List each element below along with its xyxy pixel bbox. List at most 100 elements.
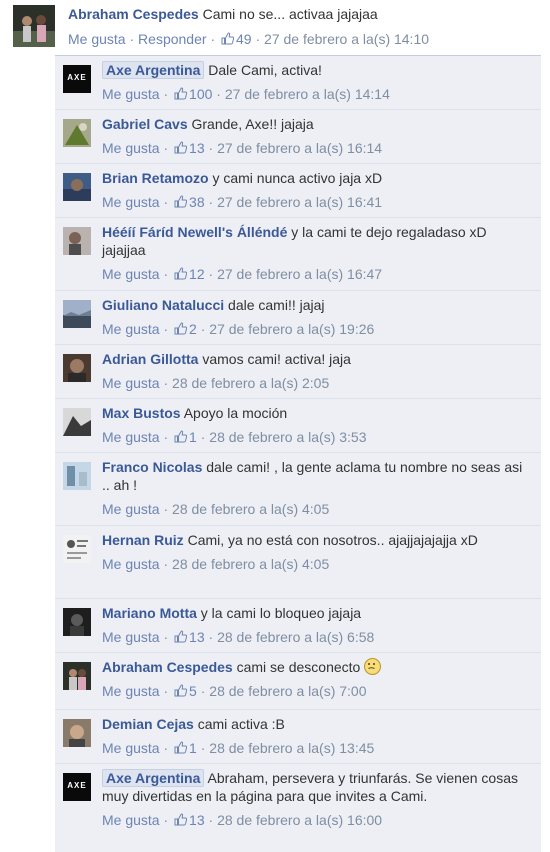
like-link[interactable]: Me gusta [102, 429, 160, 445]
reply-text: Apoyo la moción [183, 405, 288, 421]
reply-item: Hernan Ruiz Cami, ya no está con nosotro… [55, 526, 541, 599]
like-link[interactable]: Me gusta [102, 683, 160, 699]
thumbs-up-icon [174, 430, 188, 443]
like-link[interactable]: Me gusta [102, 194, 160, 210]
avatar[interactable] [63, 535, 91, 563]
comment-meta: Me gusta · Responder · 49 · 27 de febrer… [68, 31, 430, 47]
reply-text: cami activa :B [197, 716, 285, 732]
like-link[interactable]: Me gusta [102, 375, 160, 391]
like-link[interactable]: Me gusta [102, 812, 160, 828]
reply-text: cami se desconecto [236, 659, 361, 675]
reply-meta: Me gusta · 13 · 28 de febrero a la(s) 6:… [102, 629, 375, 645]
like-count-value: 2 [189, 321, 197, 337]
axe-logo-text: AXE [67, 73, 87, 82]
reply-item: Demian Cejas cami activa :B Me gusta · 1… [55, 710, 541, 764]
reply-author[interactable]: Max Bustos [102, 405, 181, 421]
like-count[interactable]: 12 [172, 266, 205, 282]
avatar[interactable] [13, 5, 55, 47]
reply-text: vamos cami! activa! jaja [202, 351, 351, 367]
reply-item: Adrian Gillotta vamos cami! activa! jaja… [55, 345, 541, 399]
axe-logo-avatar[interactable]: AXE [63, 65, 91, 93]
like-count[interactable]: 1 [172, 429, 197, 445]
avatar[interactable] [63, 119, 91, 147]
reply-meta: Me gusta · 38 · 27 de febrero a la(s) 16… [102, 194, 383, 210]
timestamp: 27 de febrero a la(s) 19:26 [209, 321, 375, 337]
like-link[interactable]: Me gusta [102, 140, 160, 156]
timestamp: 28 de febrero a la(s) 4:05 [172, 501, 330, 517]
axe-logo-text: AXE [67, 781, 87, 790]
reply-meta: Me gusta · 1 · 28 de febrero a la(s) 13:… [102, 740, 375, 756]
like-count[interactable]: 100 [172, 86, 212, 102]
avatar[interactable] [63, 300, 91, 328]
timestamp: 28 de febrero a la(s) 6:58 [217, 629, 375, 645]
reply-meta: Me gusta · 28 de febrero a la(s) 2:05 [102, 375, 330, 391]
like-count-value: 13 [189, 140, 205, 156]
reply-item: Brian Retamozo y cami nunca activo jaja … [55, 164, 541, 218]
like-count[interactable]: 13 [172, 812, 205, 828]
reply-text: dale cami!! jajaj [228, 297, 325, 313]
like-link[interactable]: Me gusta [102, 556, 160, 572]
confused-emoticon-icon [364, 658, 382, 675]
avatar[interactable] [63, 354, 91, 382]
avatar[interactable] [63, 227, 91, 255]
comment-text: Cami no se... activaa jajajaa [202, 6, 378, 22]
like-link[interactable]: Me gusta [102, 86, 160, 102]
avatar[interactable] [63, 608, 91, 636]
like-count[interactable]: 2 [172, 321, 197, 337]
timestamp: 28 de febrero a la(s) 3:53 [209, 429, 367, 445]
thumbs-up-icon [174, 741, 188, 754]
reply-author[interactable]: Axe Argentina [102, 61, 205, 79]
thumbs-up-icon [174, 322, 188, 335]
like-link[interactable]: Me gusta [102, 629, 160, 645]
reply-author[interactable]: Demian Cejas [102, 716, 194, 732]
like-link[interactable]: Me gusta [102, 501, 160, 517]
reply-meta: Me gusta · 13 · 28 de febrero a la(s) 16… [102, 812, 383, 828]
thumbs-up-icon [174, 684, 188, 697]
reply-author[interactable]: Giuliano Natalucci [102, 297, 224, 313]
timestamp: 28 de febrero a la(s) 4:05 [172, 556, 330, 572]
avatar[interactable] [63, 462, 91, 490]
like-count[interactable]: 13 [172, 629, 205, 645]
like-count[interactable]: 13 [172, 140, 205, 156]
like-count[interactable]: 5 [172, 683, 197, 699]
like-link[interactable]: Me gusta [102, 266, 160, 282]
reply-text: Cami, ya no está con nosotros.. ajajjaja… [187, 532, 478, 548]
reply-meta: Me gusta · 12 · 27 de febrero a la(s) 16… [102, 266, 383, 282]
reply-text: Dale Cami, activa! [208, 62, 322, 78]
like-count-value: 13 [189, 812, 205, 828]
like-link[interactable]: Me gusta [68, 31, 126, 47]
reply-thread: AXE Axe Argentina Dale Cami, activa! Me … [55, 55, 541, 852]
like-count[interactable]: 49 [219, 31, 255, 47]
reply-meta: Me gusta · 5 · 28 de febrero a la(s) 7:0… [102, 683, 367, 699]
like-count-value: 49 [236, 31, 252, 47]
thumbs-up-icon [174, 630, 188, 643]
reply-author[interactable]: Axe Argentina [102, 769, 205, 787]
avatar[interactable] [63, 719, 91, 747]
reply-author[interactable]: Gabriel Cavs [102, 116, 188, 132]
reply-meta: Me gusta · 28 de febrero a la(s) 4:05 [102, 556, 330, 572]
like-count[interactable]: 1 [172, 740, 197, 756]
like-link[interactable]: Me gusta [102, 740, 160, 756]
timestamp: 28 de febrero a la(s) 13:45 [209, 740, 375, 756]
avatar[interactable] [63, 173, 91, 201]
like-link[interactable]: Me gusta [102, 321, 160, 337]
reply-link[interactable]: Responder [138, 31, 207, 47]
like-count-value: 5 [189, 683, 197, 699]
reply-author[interactable]: Hernan Ruiz [102, 532, 184, 548]
reply-author[interactable]: Mariano Motta [102, 605, 197, 621]
reply-meta: Me gusta · 1 · 28 de febrero a la(s) 3:5… [102, 429, 367, 445]
timestamp: 28 de febrero a la(s) 7:00 [209, 683, 367, 699]
comment-author[interactable]: Abraham Cespedes [68, 6, 199, 22]
reply-item: Giuliano Natalucci dale cami!! jajaj Me … [55, 291, 541, 345]
avatar[interactable] [63, 408, 91, 436]
thumbs-up-icon [174, 813, 188, 826]
reply-author[interactable]: Brian Retamozo [102, 170, 209, 186]
reply-author[interactable]: Abraham Cespedes [102, 659, 233, 675]
reply-author[interactable]: Franco Nicolas [102, 459, 202, 475]
reply-author[interactable]: Adrian Gillotta [102, 351, 198, 367]
reply-author[interactable]: Hééíí Fáríd Newell's Álléndé [102, 224, 287, 240]
avatar[interactable] [63, 662, 91, 690]
like-count-value: 38 [189, 194, 205, 210]
axe-logo-avatar[interactable]: AXE [63, 773, 91, 801]
like-count[interactable]: 38 [172, 194, 205, 210]
